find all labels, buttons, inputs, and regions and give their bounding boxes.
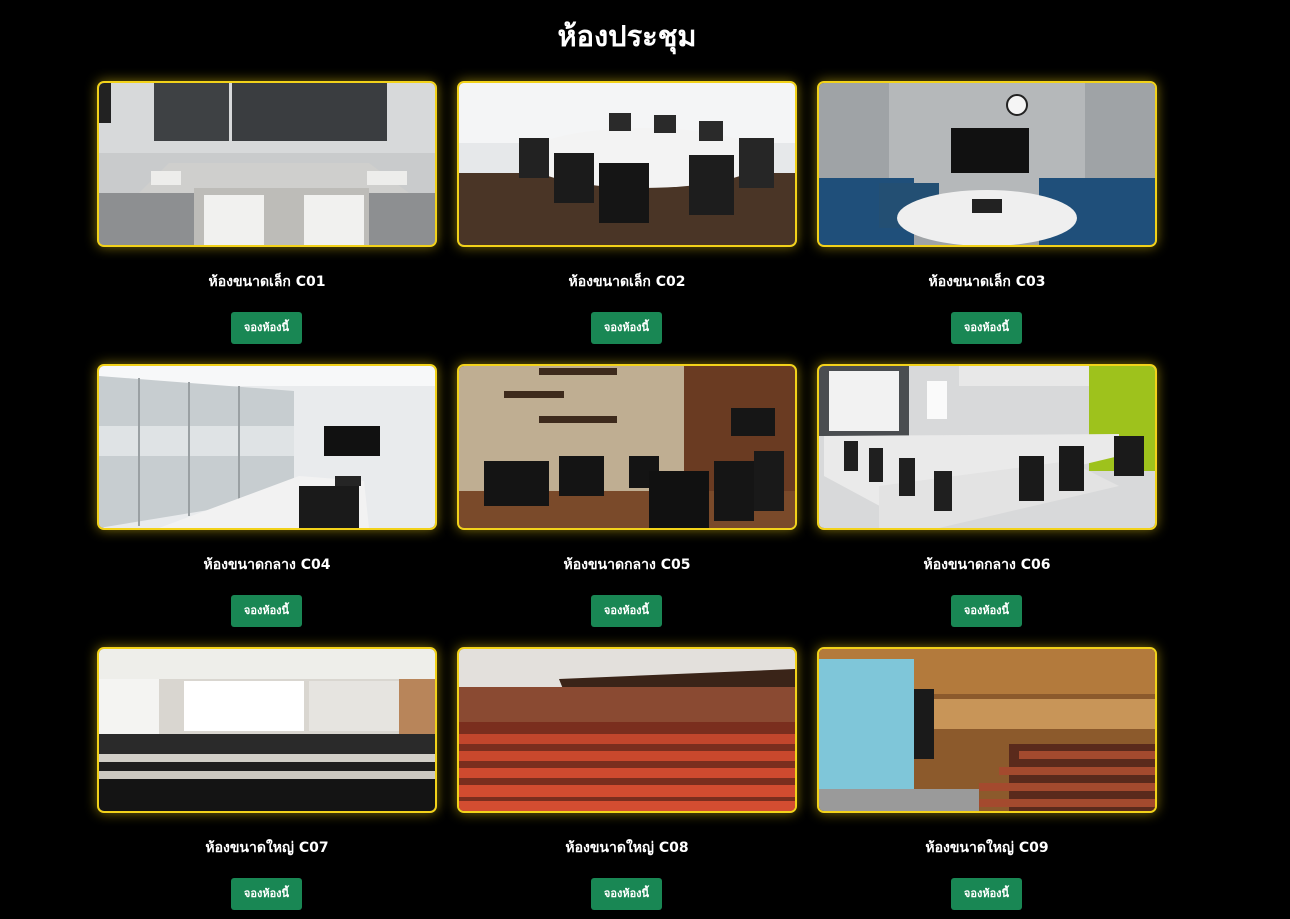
room-card: ห้องขนาดกลาง C06 จองห้องนี้ (817, 364, 1157, 628)
room-name: ห้องขนาดใหญ่ C09 (925, 840, 1049, 856)
room-card: ห้องขนาดเล็ก C03 จองห้องนี้ (817, 81, 1157, 345)
room-name: ห้องขนาดเล็ก C01 (208, 274, 326, 290)
room-photo (97, 647, 437, 813)
room-name: ห้องขนาดเล็ก C03 (928, 274, 1046, 290)
room-card: ห้องขนาดกลาง C05 จองห้องนี้ (457, 364, 797, 628)
room-name: ห้องขนาดเล็ก C02 (568, 274, 686, 290)
book-room-button[interactable]: จองห้องนี้ (951, 878, 1022, 910)
page-title: ห้องประชุม (557, 19, 697, 53)
room-photo (457, 647, 797, 813)
room-name: ห้องขนาดกลาง C06 (923, 557, 1051, 573)
room-photo (97, 364, 437, 530)
room-card: ห้องขนาดใหญ่ C07 จองห้องนี้ (97, 647, 437, 911)
book-room-button[interactable]: จองห้องนี้ (591, 878, 662, 910)
book-room-button[interactable]: จองห้องนี้ (231, 312, 302, 344)
book-room-button[interactable]: จองห้องนี้ (591, 312, 662, 344)
room-name: ห้องขนาดกลาง C04 (203, 557, 331, 573)
book-room-button[interactable]: จองห้องนี้ (231, 595, 302, 627)
room-grid: ห้องขนาดเล็ก C01 จองห้องนี้ ห้องขนาดเล็ก… (97, 81, 1157, 911)
room-photo (97, 81, 437, 247)
room-photo (457, 364, 797, 530)
room-name: ห้องขนาดใหญ่ C07 (205, 840, 329, 856)
room-card: ห้องขนาดเล็ก C02 จองห้องนี้ (457, 81, 797, 345)
room-photo (817, 364, 1157, 530)
book-room-button[interactable]: จองห้องนี้ (951, 312, 1022, 344)
room-card: ห้องขนาดใหญ่ C08 จองห้องนี้ (457, 647, 797, 911)
room-card: ห้องขนาดกลาง C04 จองห้องนี้ (97, 364, 437, 628)
book-room-button[interactable]: จองห้องนี้ (591, 595, 662, 627)
room-name: ห้องขนาดกลาง C05 (563, 557, 691, 573)
room-photo (457, 81, 797, 247)
book-room-button[interactable]: จองห้องนี้ (951, 595, 1022, 627)
room-photo (817, 81, 1157, 247)
room-card: ห้องขนาดใหญ่ C09 จองห้องนี้ (817, 647, 1157, 911)
room-photo (817, 647, 1157, 813)
room-card: ห้องขนาดเล็ก C01 จองห้องนี้ (97, 81, 437, 345)
room-name: ห้องขนาดใหญ่ C08 (565, 840, 689, 856)
meeting-rooms-page: ห้องประชุม ห้องขนาดเล็ก C01 จองห้องนี้ ห… (0, 0, 1290, 919)
book-room-button[interactable]: จองห้องนี้ (231, 878, 302, 910)
